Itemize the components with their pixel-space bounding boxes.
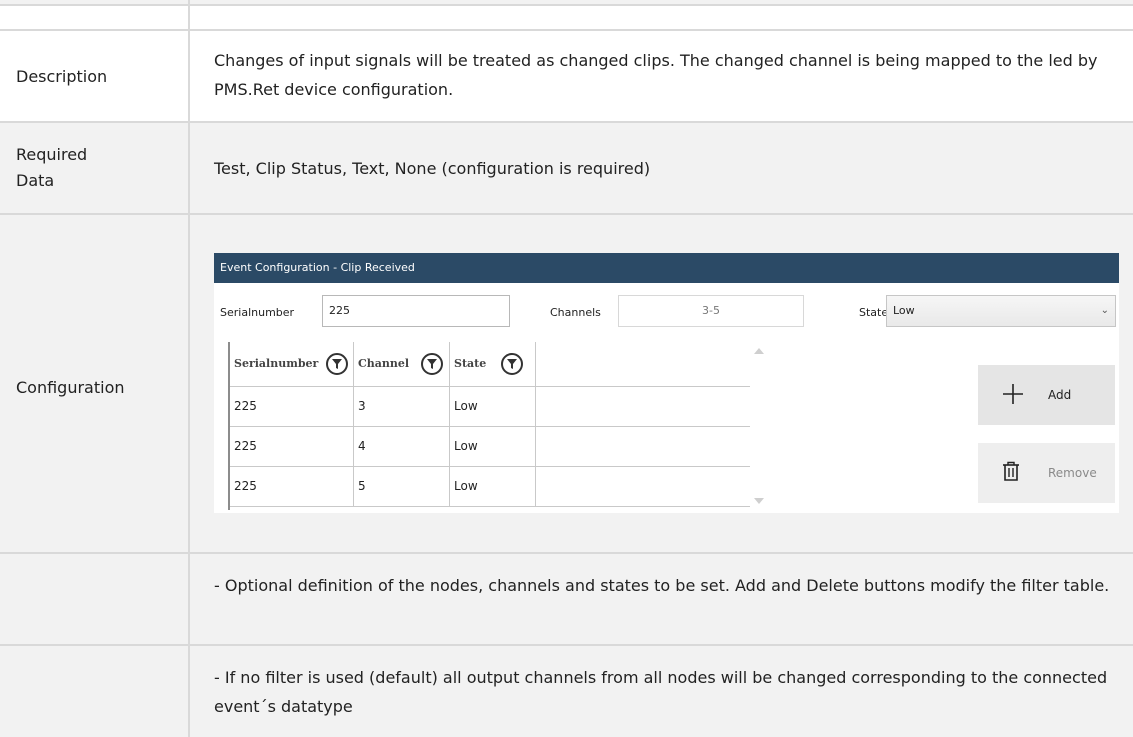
cell-state: Low (450, 387, 536, 426)
cell-channel: 5 (354, 467, 450, 506)
required-data-text: Test, Clip Status, Text, None (configura… (214, 159, 651, 178)
event-configuration-dialog: Event Configuration - Clip Received Seri… (214, 253, 1119, 513)
state-value: Low (893, 304, 915, 317)
required-label-line2: Data (16, 171, 55, 190)
state-select[interactable]: Low ⌄ (886, 295, 1116, 327)
scroll-down-icon[interactable] (754, 498, 764, 504)
remove-button[interactable]: Remove (978, 443, 1115, 503)
dialog-title: Event Configuration - Clip Received (214, 253, 1119, 283)
cell-state: Low (450, 427, 536, 466)
trash-icon (1002, 461, 1020, 484)
column-header-serialnumber[interactable]: Serialnumber (230, 342, 354, 386)
serialnumber-value: 225 (329, 304, 350, 317)
state-label: State (859, 306, 889, 319)
note1-text: - Optional definition of the nodes, chan… (214, 576, 1110, 595)
cell-serialnumber: 225 (230, 387, 354, 426)
add-button[interactable]: Add (978, 365, 1115, 425)
grid-header: Serialnumber Channel State (230, 342, 750, 387)
configuration-label: Configuration (16, 378, 125, 397)
serialnumber-input[interactable]: 225 (322, 295, 510, 327)
add-button-label: Add (1048, 388, 1072, 402)
header-serialnumber-label: Serialnumber (234, 357, 319, 370)
note2-row: - If no filter is used (default) all out… (0, 646, 1133, 737)
cell-channel: 4 (354, 427, 450, 466)
table-row[interactable]: 225 4 Low (230, 427, 750, 467)
scroll-up-icon[interactable] (754, 348, 764, 354)
chevron-down-icon: ⌄ (1100, 305, 1109, 316)
note1-row: - Optional definition of the nodes, chan… (0, 554, 1133, 644)
cell-channel: 3 (354, 387, 450, 426)
channels-value: 3-5 (702, 304, 720, 317)
header-state-label: State (454, 357, 487, 370)
filter-icon[interactable] (421, 353, 443, 375)
channels-label: Channels (550, 306, 601, 319)
table-row[interactable]: 225 5 Low (230, 467, 750, 507)
column-header-state[interactable]: State (450, 342, 536, 386)
description-text: Changes of input signals will be treated… (214, 51, 1098, 99)
required-data-row: Required Data Test, Clip Status, Text, N… (0, 123, 1133, 213)
header-channel-label: Channel (358, 357, 410, 370)
column-header-channel[interactable]: Channel (354, 342, 450, 386)
filter-grid: Serialnumber Channel State 225 3 Low 225… (228, 342, 765, 510)
description-row: Description Changes of input signals wil… (0, 29, 1133, 121)
required-data-label: Required Data (16, 142, 87, 194)
required-label-line1: Required (16, 145, 88, 164)
filter-icon[interactable] (501, 353, 523, 375)
plus-icon (1002, 383, 1024, 408)
channels-input[interactable]: 3-5 (618, 295, 804, 327)
remove-button-label: Remove (1048, 466, 1097, 480)
description-label: Description (16, 67, 108, 86)
cell-serialnumber: 225 (230, 467, 354, 506)
table-row[interactable]: 225 3 Low (230, 387, 750, 427)
grid-scrollbar[interactable] (752, 342, 764, 510)
serialnumber-label: Serialnumber (220, 306, 295, 319)
filter-icon[interactable] (326, 353, 348, 375)
cell-state: Low (450, 467, 536, 506)
cell-serialnumber: 225 (230, 427, 354, 466)
note2-text: - If no filter is used (default) all out… (214, 668, 1108, 716)
